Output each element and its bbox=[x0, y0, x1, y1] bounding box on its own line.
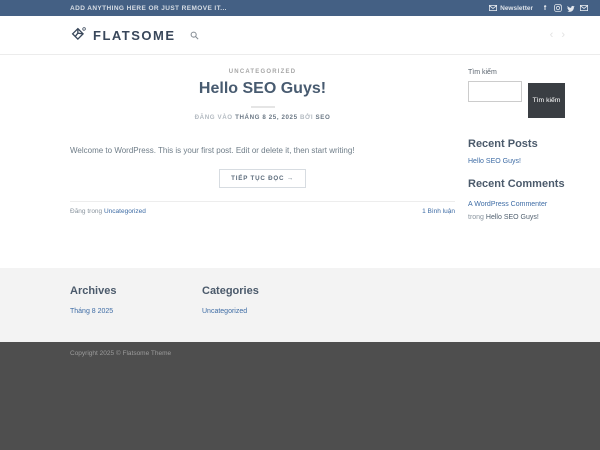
posted-in-prefix: Đăng trong bbox=[70, 208, 103, 215]
comments-link[interactable]: 1 Bình luận bbox=[422, 208, 455, 215]
meta-date: THÁNG 8 25, 2025 bbox=[235, 114, 298, 121]
post-title[interactable]: Hello SEO Guys! bbox=[70, 80, 455, 98]
posted-in-category-link[interactable]: Uncategorized bbox=[104, 208, 146, 215]
footer-widgets: Archives Tháng 8 2025 Categories Uncateg… bbox=[0, 268, 600, 342]
category-link[interactable]: Uncategorized bbox=[202, 308, 334, 315]
prev-arrow-icon[interactable]: ‹ bbox=[550, 29, 554, 41]
envelope-icon bbox=[489, 5, 498, 11]
post-article: UNCATEGORIZED Hello SEO Guys! ĐĂNG VÀO T… bbox=[70, 69, 455, 268]
readmore-wrap: TIẾP TỤC ĐỌC → bbox=[70, 167, 455, 188]
comment-author-link[interactable]: A WordPress Commenter bbox=[468, 201, 547, 208]
newsletter-link[interactable]: Newsletter bbox=[489, 5, 533, 12]
recent-comments-title: Recent Comments bbox=[468, 178, 565, 190]
header-arrows: ‹ › bbox=[550, 29, 565, 41]
facebook-icon[interactable]: f bbox=[541, 4, 549, 12]
topbar: ADD ANYTHING HERE OR JUST REMOVE IT... N… bbox=[0, 0, 600, 16]
sidebar: Tìm kiếm Tìm kiếm Recent Posts Hello SEO… bbox=[468, 69, 565, 268]
meta-prefix: ĐĂNG VÀO bbox=[194, 114, 233, 121]
recent-posts-title: Recent Posts bbox=[468, 138, 538, 150]
logo-text: FLATSOME bbox=[93, 27, 176, 43]
comment-connector: trong bbox=[468, 214, 484, 222]
recent-comment-item: A WordPress Commenter trong Hello SEO Gu… bbox=[468, 198, 565, 225]
search-input[interactable] bbox=[468, 81, 522, 102]
categories-title: Categories bbox=[202, 285, 259, 297]
topbar-right: Newsletter f bbox=[489, 4, 588, 12]
post-footer-meta: Đăng trong Uncategorized 1 Bình luận bbox=[70, 208, 455, 215]
site-header: FLATSOME ‹ › bbox=[0, 16, 600, 55]
email-icon[interactable] bbox=[580, 4, 588, 12]
archives-widget: Archives Tháng 8 2025 bbox=[70, 285, 202, 342]
topbar-message: ADD ANYTHING HERE OR JUST REMOVE IT... bbox=[70, 4, 227, 12]
search-widget-label: Tìm kiếm bbox=[468, 69, 497, 76]
read-more-button[interactable]: TIẾP TỤC ĐỌC → bbox=[219, 169, 306, 188]
post-meta: ĐĂNG VÀO THÁNG 8 25, 2025 BỞI SEO bbox=[70, 114, 455, 121]
newsletter-label: Newsletter bbox=[500, 4, 533, 12]
post-excerpt: Welcome to WordPress. This is your first… bbox=[70, 146, 355, 155]
flatsome-gem-icon bbox=[70, 26, 87, 43]
title-divider bbox=[250, 106, 275, 108]
post-category[interactable]: UNCATEGORIZED bbox=[70, 69, 455, 75]
comment-post-link[interactable]: Hello SEO Guys! bbox=[486, 214, 539, 221]
next-arrow-icon[interactable]: › bbox=[561, 29, 565, 41]
search-submit-button[interactable]: Tìm kiếm bbox=[528, 83, 565, 118]
archive-link[interactable]: Tháng 8 2025 bbox=[70, 308, 202, 315]
page: ADD ANYTHING HERE OR JUST REMOVE IT... N… bbox=[0, 0, 600, 450]
categories-widget: Categories Uncategorized bbox=[202, 285, 334, 342]
instagram-icon[interactable] bbox=[554, 4, 562, 12]
post-separator bbox=[70, 201, 455, 202]
site-logo[interactable]: FLATSOME bbox=[70, 26, 199, 44]
meta-author[interactable]: SEO bbox=[316, 114, 331, 121]
social-icons: f bbox=[541, 4, 588, 12]
absolute-footer: Copyright 2025 © Flatsome Theme bbox=[0, 342, 600, 450]
posted-in: Đăng trong Uncategorized bbox=[70, 208, 146, 215]
twitter-icon[interactable] bbox=[567, 4, 575, 12]
main-content: UNCATEGORIZED Hello SEO Guys! ĐĂNG VÀO T… bbox=[0, 55, 600, 268]
search-widget: Tìm kiếm bbox=[468, 81, 565, 118]
recent-post-link[interactable]: Hello SEO Guys! bbox=[468, 158, 565, 165]
meta-by: BỞI bbox=[299, 114, 314, 121]
archives-title: Archives bbox=[70, 285, 117, 297]
copyright-text: Copyright 2025 © Flatsome Theme bbox=[70, 350, 172, 357]
search-icon[interactable] bbox=[190, 31, 199, 40]
